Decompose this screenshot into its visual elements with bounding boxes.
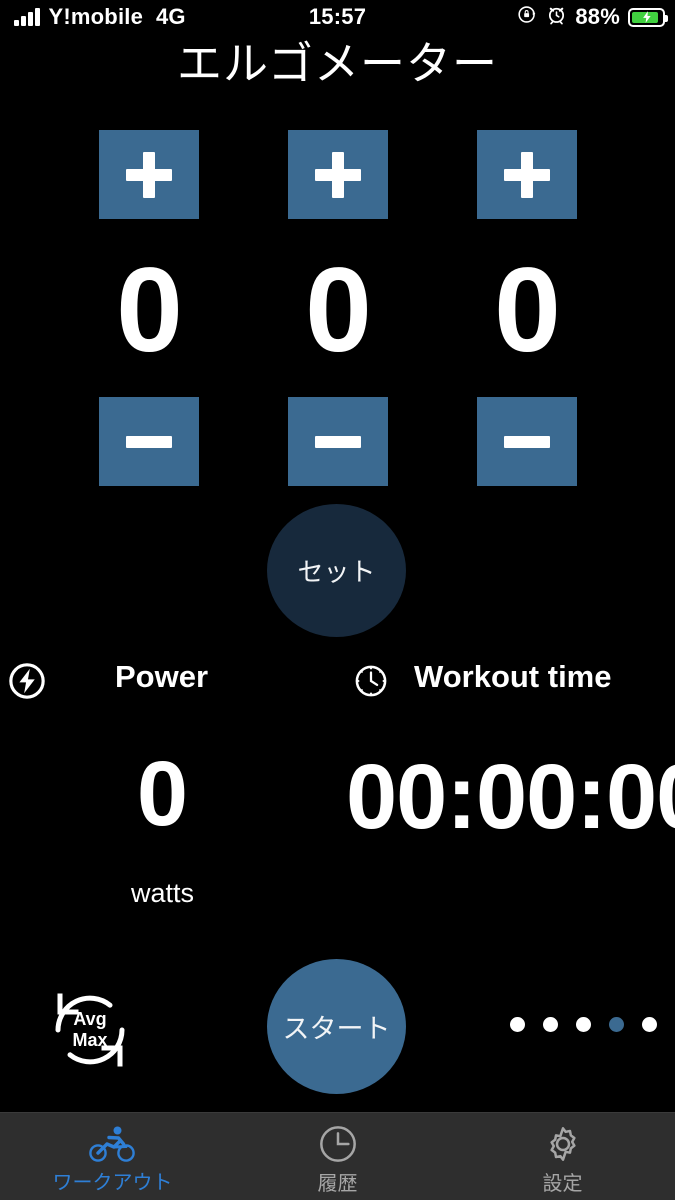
workout-time-label: Workout time <box>414 659 612 695</box>
stepper-column-2-increase <box>288 130 388 219</box>
decrease-button-1[interactable] <box>99 397 199 486</box>
digit-value-2: 0 <box>288 245 388 375</box>
minus-icon <box>126 436 172 448</box>
tab-history-label: 履歴 <box>318 1172 358 1196</box>
page-indicator-dots[interactable] <box>510 1017 657 1032</box>
digit-display-2: 0 <box>288 245 388 375</box>
workout-time-value: 00:00:00 <box>346 748 675 846</box>
minus-icon <box>504 436 550 448</box>
page-dot-3[interactable] <box>576 1017 591 1032</box>
status-bar: Y!mobile 4G 15:57 88% <box>0 0 675 34</box>
plus-icon <box>315 152 361 198</box>
decrease-button-2[interactable] <box>288 397 388 486</box>
page-dot-2[interactable] <box>543 1017 558 1032</box>
tab-workout[interactable]: ワークアウト <box>0 1113 225 1200</box>
digit-display-1: 0 <box>99 245 199 375</box>
minus-icon <box>315 436 361 448</box>
digit-display-3: 0 <box>477 245 577 375</box>
alarm-clock-icon <box>546 4 567 31</box>
increase-button-2[interactable] <box>288 130 388 219</box>
stepper-column-1-decrease <box>99 397 199 486</box>
power-value: 0 <box>105 745 220 843</box>
gear-icon <box>543 1124 583 1169</box>
digit-value-3: 0 <box>477 245 577 375</box>
avg-max-toggle[interactable]: AvgMax <box>42 982 138 1078</box>
page-title: エルゴメーター <box>0 38 675 90</box>
increase-button-1[interactable] <box>99 130 199 219</box>
stepper-column-3-decrease <box>477 397 577 486</box>
clock-icon <box>318 1124 358 1169</box>
stepper-column-3-increase <box>477 130 577 219</box>
battery-percent-label: 88% <box>575 4 620 30</box>
bicycle-icon <box>87 1125 139 1168</box>
page-dot-1[interactable] <box>510 1017 525 1032</box>
battery-charging-icon <box>628 8 665 27</box>
set-button-label: セット <box>297 552 375 589</box>
status-bar-right: 88% <box>517 4 665 31</box>
bottom-tab-bar: ワークアウト 履歴 設定 <box>0 1112 675 1200</box>
page-dot-4-active[interactable] <box>609 1017 624 1032</box>
tab-settings-label: 設定 <box>543 1172 583 1196</box>
stepper-column-1-increase <box>99 130 199 219</box>
tab-workout-label: ワークアウト <box>53 1171 173 1195</box>
power-bolt-icon <box>8 662 46 705</box>
tab-history[interactable]: 履歴 <box>225 1113 450 1200</box>
avg-max-toggle-label: AvgMax <box>42 1009 138 1051</box>
plus-icon <box>126 152 172 198</box>
rotation-lock-icon <box>517 4 538 31</box>
set-button[interactable]: セット <box>267 504 406 637</box>
clock-icon <box>353 663 389 704</box>
power-label: Power <box>115 659 215 695</box>
start-button[interactable]: スタート <box>267 959 406 1094</box>
increase-button-3[interactable] <box>477 130 577 219</box>
power-unit-label: watts <box>105 878 220 909</box>
decrease-button-3[interactable] <box>477 397 577 486</box>
metric-labels-row: Power Workout time <box>0 660 675 704</box>
stepper-column-2-decrease <box>288 397 388 486</box>
page-dot-5[interactable] <box>642 1017 657 1032</box>
start-button-label: スタート <box>283 1007 391 1046</box>
max-label: Max <box>72 1030 107 1050</box>
avg-label: Avg <box>73 1009 106 1029</box>
tab-settings[interactable]: 設定 <box>450 1113 675 1200</box>
plus-icon <box>504 152 550 198</box>
digit-value-1: 0 <box>99 245 199 375</box>
